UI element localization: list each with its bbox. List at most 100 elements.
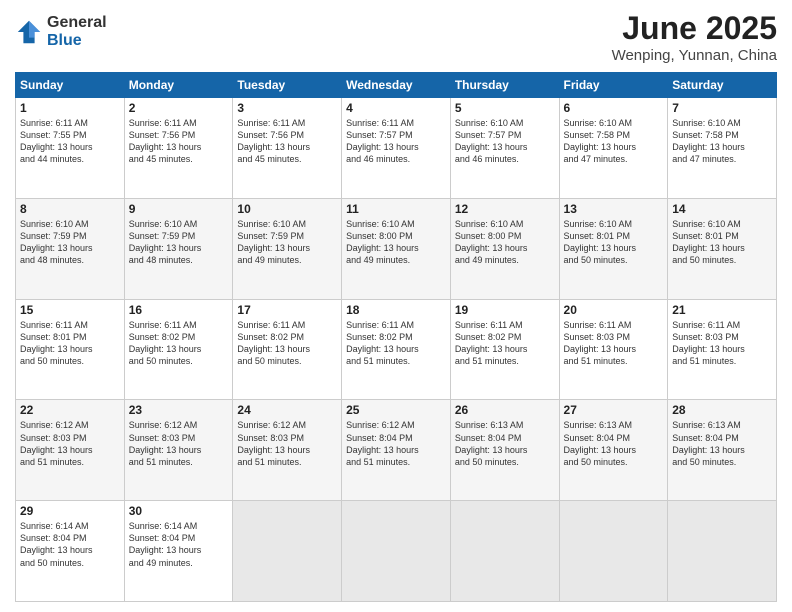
title-block: June 2025 Wenping, Yunnan, China [612, 10, 777, 64]
day-info: Sunrise: 6:11 AM Sunset: 7:57 PM Dayligh… [346, 117, 446, 166]
day-number: 14 [672, 202, 772, 216]
day-info: Sunrise: 6:11 AM Sunset: 8:01 PM Dayligh… [20, 319, 120, 368]
table-row: 18 Sunrise: 6:11 AM Sunset: 8:02 PM Dayli… [342, 299, 451, 400]
day-number: 30 [129, 504, 229, 518]
table-row: 25Sunrise: 6:12 AM Sunset: 8:04 PM Dayli… [342, 400, 451, 501]
day-number: 15 [20, 303, 120, 317]
table-row: 7 Sunrise: 6:10 AM Sunset: 7:58 PM Daylig… [668, 98, 777, 199]
day-info: Sunrise: 6:10 AM Sunset: 7:59 PM Dayligh… [129, 218, 229, 267]
day-info: Sunrise: 6:11 AM Sunset: 7:56 PM Dayligh… [129, 117, 229, 166]
table-row [450, 501, 559, 602]
day-info: Sunrise: 6:10 AM Sunset: 7:57 PM Dayligh… [455, 117, 555, 166]
table-row: 11Sunrise: 6:10 AM Sunset: 8:00 PM Dayli… [342, 198, 451, 299]
day-info: Sunrise: 6:10 AM Sunset: 8:01 PM Dayligh… [564, 218, 664, 267]
day-info: Sunrise: 6:10 AM Sunset: 7:58 PM Dayligh… [564, 117, 664, 166]
col-sunday: Sunday [16, 73, 125, 98]
day-info: Sunrise: 6:14 AM Sunset: 8:04 PM Dayligh… [129, 520, 229, 569]
day-info: Sunrise: 6:12 AM Sunset: 8:04 PM Dayligh… [346, 419, 446, 468]
day-info: Sunrise: 6:11 AM Sunset: 7:56 PM Dayligh… [237, 117, 337, 166]
table-row: 17Sunrise: 6:11 AM Sunset: 8:02 PM Dayli… [233, 299, 342, 400]
day-number: 18 [346, 303, 446, 317]
day-number: 13 [564, 202, 664, 216]
table-row: 14 Sunrise: 6:10 AM Sunset: 8:01 PM Dayli… [668, 198, 777, 299]
day-number: 22 [20, 403, 120, 417]
day-number: 2 [129, 101, 229, 115]
table-row: 4 Sunrise: 6:11 AM Sunset: 7:57 PM Daylig… [342, 98, 451, 199]
day-number: 16 [129, 303, 229, 317]
day-info: Sunrise: 6:10 AM Sunset: 8:00 PM Dayligh… [346, 218, 446, 267]
day-info: Sunrise: 6:11 AM Sunset: 8:02 PM Dayligh… [455, 319, 555, 368]
day-number: 26 [455, 403, 555, 417]
table-row [342, 501, 451, 602]
day-number: 6 [564, 101, 664, 115]
day-info: Sunrise: 6:11 AM Sunset: 8:03 PM Dayligh… [672, 319, 772, 368]
table-row: 29 Sunrise: 6:14 AM Sunset: 8:04 PM Dayli… [16, 501, 125, 602]
day-number: 9 [129, 202, 229, 216]
calendar-location: Wenping, Yunnan, China [612, 47, 777, 64]
table-row: 8 Sunrise: 6:10 AM Sunset: 7:59 PM Daylig… [16, 198, 125, 299]
calendar-row: 29 Sunrise: 6:14 AM Sunset: 8:04 PM Dayli… [16, 501, 777, 602]
day-number: 4 [346, 101, 446, 115]
table-row: 3 Sunrise: 6:11 AM Sunset: 7:56 PM Daylig… [233, 98, 342, 199]
day-info: Sunrise: 6:10 AM Sunset: 7:59 PM Dayligh… [237, 218, 337, 267]
day-number: 10 [237, 202, 337, 216]
day-info: Sunrise: 6:10 AM Sunset: 8:01 PM Dayligh… [672, 218, 772, 267]
day-number: 1 [20, 101, 120, 115]
day-number: 12 [455, 202, 555, 216]
day-number: 27 [564, 403, 664, 417]
table-row: 9 Sunrise: 6:10 AM Sunset: 7:59 PM Daylig… [124, 198, 233, 299]
day-info: Sunrise: 6:11 AM Sunset: 8:02 PM Dayligh… [129, 319, 229, 368]
day-info: Sunrise: 6:13 AM Sunset: 8:04 PM Dayligh… [672, 419, 772, 468]
table-row: 13 Sunrise: 6:10 AM Sunset: 8:01 PM Dayli… [559, 198, 668, 299]
day-info: Sunrise: 6:10 AM Sunset: 7:59 PM Dayligh… [20, 218, 120, 267]
table-row: 16 Sunrise: 6:11 AM Sunset: 8:02 PM Dayli… [124, 299, 233, 400]
day-info: Sunrise: 6:13 AM Sunset: 8:04 PM Dayligh… [455, 419, 555, 468]
logo: General Blue [15, 14, 107, 49]
day-info: Sunrise: 6:14 AM Sunset: 8:04 PM Dayligh… [20, 520, 120, 569]
table-row: 20 Sunrise: 6:11 AM Sunset: 8:03 PM Dayli… [559, 299, 668, 400]
day-number: 3 [237, 101, 337, 115]
table-row: 30 Sunrise: 6:14 AM Sunset: 8:04 PM Dayli… [124, 501, 233, 602]
table-row: 1 Sunrise: 6:11 AM Sunset: 7:55 PM Daylig… [16, 98, 125, 199]
day-info: Sunrise: 6:11 AM Sunset: 7:55 PM Dayligh… [20, 117, 120, 166]
calendar-row: 22 Sunrise: 6:12 AM Sunset: 8:03 PM Dayli… [16, 400, 777, 501]
day-info: Sunrise: 6:11 AM Sunset: 8:03 PM Dayligh… [564, 319, 664, 368]
table-row [233, 501, 342, 602]
calendar-row: 8 Sunrise: 6:10 AM Sunset: 7:59 PM Daylig… [16, 198, 777, 299]
day-info: Sunrise: 6:10 AM Sunset: 8:00 PM Dayligh… [455, 218, 555, 267]
header: General Blue June 2025 Wenping, Yunnan, … [15, 10, 777, 64]
table-row [559, 501, 668, 602]
day-number: 28 [672, 403, 772, 417]
logo-general-text: General [47, 14, 107, 32]
logo-icon [15, 18, 43, 46]
col-wednesday: Wednesday [342, 73, 451, 98]
header-row: Sunday Monday Tuesday Wednesday Thursday… [16, 73, 777, 98]
day-number: 20 [564, 303, 664, 317]
table-row [668, 501, 777, 602]
day-number: 29 [20, 504, 120, 518]
table-row: 15 Sunrise: 6:11 AM Sunset: 8:01 PM Dayli… [16, 299, 125, 400]
calendar-table: Sunday Monday Tuesday Wednesday Thursday… [15, 72, 777, 602]
day-number: 19 [455, 303, 555, 317]
table-row: 2 Sunrise: 6:11 AM Sunset: 7:56 PM Daylig… [124, 98, 233, 199]
day-info: Sunrise: 6:12 AM Sunset: 8:03 PM Dayligh… [129, 419, 229, 468]
col-thursday: Thursday [450, 73, 559, 98]
day-info: Sunrise: 6:11 AM Sunset: 8:02 PM Dayligh… [346, 319, 446, 368]
table-row: 19 Sunrise: 6:11 AM Sunset: 8:02 PM Dayli… [450, 299, 559, 400]
table-row: 5 Sunrise: 6:10 AM Sunset: 7:57 PM Daylig… [450, 98, 559, 199]
day-info: Sunrise: 6:11 AM Sunset: 8:02 PM Dayligh… [237, 319, 337, 368]
day-number: 21 [672, 303, 772, 317]
col-monday: Monday [124, 73, 233, 98]
table-row: 22 Sunrise: 6:12 AM Sunset: 8:03 PM Dayli… [16, 400, 125, 501]
day-info: Sunrise: 6:12 AM Sunset: 8:03 PM Dayligh… [20, 419, 120, 468]
day-number: 24 [237, 403, 337, 417]
day-info: Sunrise: 6:12 AM Sunset: 8:03 PM Dayligh… [237, 419, 337, 468]
day-info: Sunrise: 6:10 AM Sunset: 7:58 PM Dayligh… [672, 117, 772, 166]
table-row: 21 Sunrise: 6:11 AM Sunset: 8:03 PM Dayli… [668, 299, 777, 400]
day-number: 5 [455, 101, 555, 115]
table-row: 28 Sunrise: 6:13 AM Sunset: 8:04 PM Dayli… [668, 400, 777, 501]
table-row: 24 Sunrise: 6:12 AM Sunset: 8:03 PM Dayli… [233, 400, 342, 501]
day-number: 7 [672, 101, 772, 115]
day-info: Sunrise: 6:13 AM Sunset: 8:04 PM Dayligh… [564, 419, 664, 468]
day-number: 8 [20, 202, 120, 216]
